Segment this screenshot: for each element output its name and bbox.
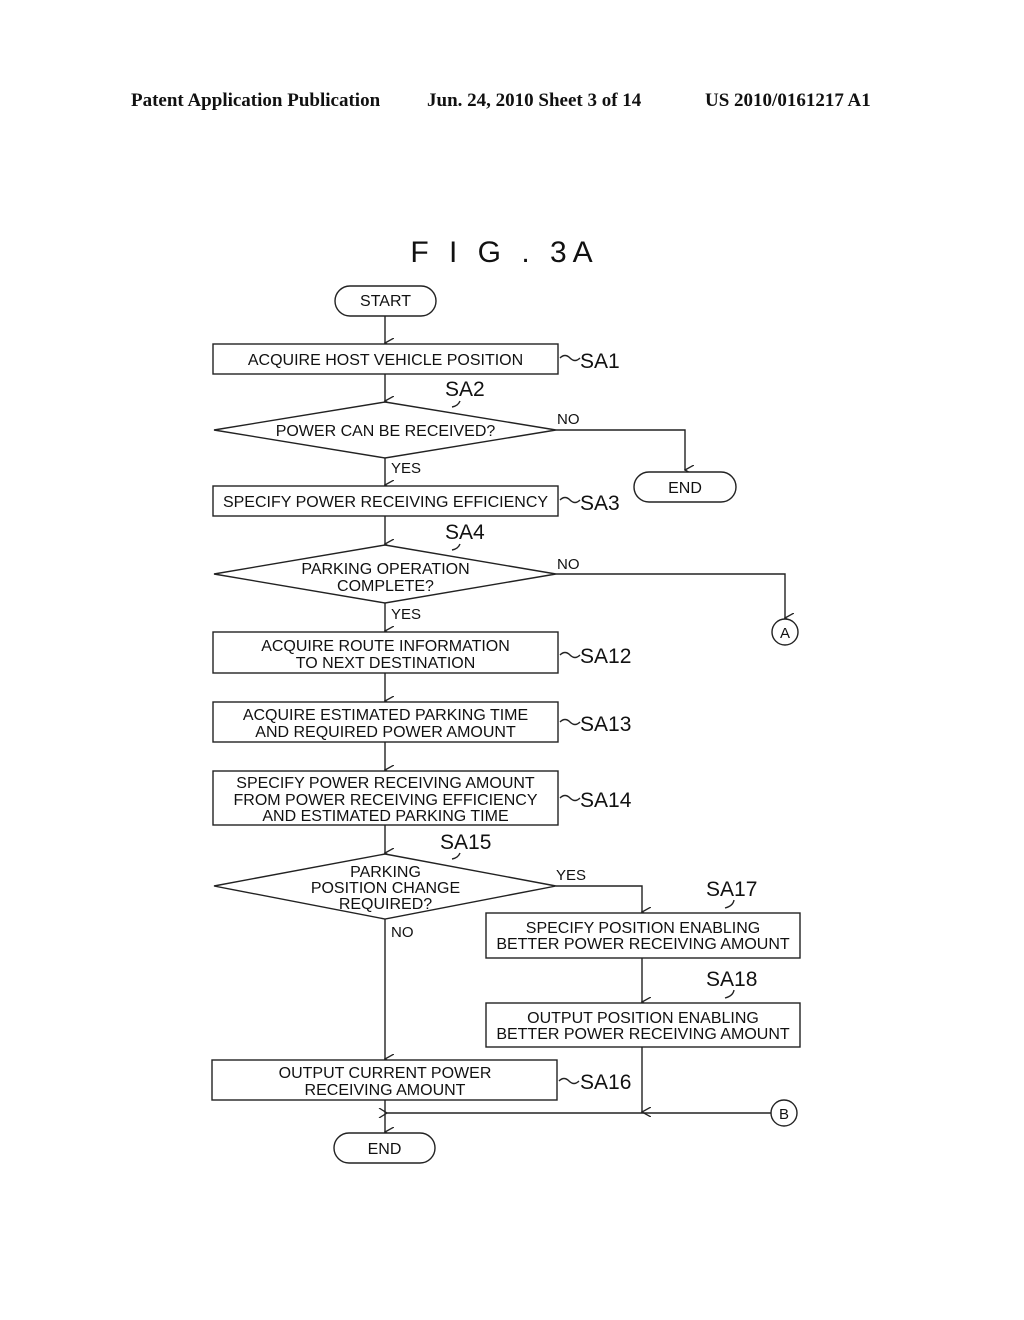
arrow-sa2-no bbox=[556, 429, 685, 470]
arrow-sa4-no bbox=[556, 573, 785, 618]
sa12-text-line1: ACQUIRE ROUTE INFORMATION bbox=[261, 638, 510, 655]
sa15-yes-label: YES bbox=[556, 867, 586, 884]
start-terminal: START bbox=[334, 285, 437, 317]
sa14-id: SA14 bbox=[580, 789, 632, 812]
sa14-leader bbox=[559, 794, 581, 802]
sa15-text-line2: POSITION CHANGE bbox=[311, 880, 460, 897]
sa17-text-line1: SPECIFY POSITION ENABLING bbox=[526, 920, 760, 937]
step-sa14: SPECIFY POWER RECEIVING AMOUNT FROM POWE… bbox=[212, 770, 559, 826]
sa4-leader bbox=[451, 543, 461, 551]
start-label: START bbox=[360, 293, 411, 310]
sa3-id: SA3 bbox=[580, 492, 620, 515]
sa4-yes-label: YES bbox=[391, 606, 421, 623]
sa12-text-line2: TO NEXT DESTINATION bbox=[296, 655, 476, 672]
end-label: END bbox=[368, 1141, 402, 1158]
sa14-text-line3: AND ESTIMATED PARKING TIME bbox=[262, 808, 508, 825]
sa14-text-line1: SPECIFY POWER RECEIVING AMOUNT bbox=[236, 775, 535, 792]
sa12-id: SA12 bbox=[580, 645, 631, 668]
sa4-text-line2: COMPLETE? bbox=[337, 578, 434, 595]
sa13-leader bbox=[559, 718, 581, 726]
sa1-text: ACQUIRE HOST VEHICLE POSITION bbox=[248, 352, 523, 369]
sa4-text-line1: PARKING OPERATION bbox=[301, 561, 469, 578]
connector-a-label: A bbox=[780, 625, 790, 642]
end-sa2-label: END bbox=[668, 480, 702, 497]
sa3-leader bbox=[559, 496, 581, 504]
sa2-leader bbox=[451, 400, 461, 408]
sa1-leader bbox=[559, 354, 581, 362]
sa15-text-line1: PARKING bbox=[350, 864, 421, 881]
step-sa18: OUTPUT POSITION ENABLING BETTER POWER RE… bbox=[485, 1002, 801, 1048]
sa16-text-line2: RECEIVING AMOUNT bbox=[305, 1082, 466, 1099]
sa17-text-line2: BETTER POWER RECEIVING AMOUNT bbox=[496, 936, 790, 953]
sa2-id: SA2 bbox=[445, 378, 485, 401]
arrow-sa15-yes bbox=[556, 885, 642, 912]
sa4-id: SA4 bbox=[445, 521, 485, 544]
sa2-text: POWER CAN BE RECEIVED? bbox=[276, 423, 496, 440]
sa17-id: SA17 bbox=[706, 878, 757, 901]
step-sa16: OUTPUT CURRENT POWER RECEIVING AMOUNT bbox=[211, 1059, 558, 1101]
sa15-no-label: NO bbox=[391, 924, 414, 941]
sa15-id: SA15 bbox=[440, 831, 491, 854]
sa15-text-line3: REQUIRED? bbox=[339, 896, 432, 913]
step-sa13: ACQUIRE ESTIMATED PARKING TIME AND REQUI… bbox=[212, 701, 559, 743]
decision-sa4: PARKING OPERATION COMPLETE? bbox=[213, 544, 557, 604]
sa2-yes-label: YES bbox=[391, 460, 421, 477]
sa3-text: SPECIFY POWER RECEIVING EFFICIENCY bbox=[223, 494, 548, 511]
sa16-text-line1: OUTPUT CURRENT POWER bbox=[279, 1065, 492, 1082]
sa13-id: SA13 bbox=[580, 713, 631, 736]
end-terminal: END bbox=[333, 1132, 436, 1164]
step-sa1: ACQUIRE HOST VEHICLE POSITION bbox=[212, 343, 559, 375]
sa4-no-label: NO bbox=[557, 556, 580, 573]
sa13-text-line2: AND REQUIRED POWER AMOUNT bbox=[255, 724, 516, 741]
connector-b: B bbox=[770, 1099, 798, 1127]
sa18-text-line2: BETTER POWER RECEIVING AMOUNT bbox=[496, 1026, 790, 1043]
sa14-text-line2: FROM POWER RECEIVING EFFICIENCY bbox=[233, 792, 537, 809]
step-sa12: ACQUIRE ROUTE INFORMATION TO NEXT DESTIN… bbox=[212, 631, 559, 674]
sa12-leader bbox=[559, 651, 581, 659]
decision-sa2: POWER CAN BE RECEIVED? bbox=[213, 401, 557, 459]
sa1-id: SA1 bbox=[580, 350, 620, 373]
flowchart: START ACQUIRE HOST VEHICLE POSITION SA1 … bbox=[211, 285, 801, 1164]
sa2-no-label: NO bbox=[557, 411, 580, 428]
sa18-text-line1: OUTPUT POSITION ENABLING bbox=[527, 1010, 759, 1027]
sa18-leader bbox=[724, 989, 735, 999]
sa17-leader bbox=[724, 899, 735, 909]
step-sa3: SPECIFY POWER RECEIVING EFFICIENCY bbox=[212, 485, 559, 517]
connector-b-label: B bbox=[779, 1106, 789, 1123]
connector-a: A bbox=[771, 618, 799, 646]
step-sa17: SPECIFY POSITION ENABLING BETTER POWER R… bbox=[485, 912, 801, 959]
sa16-id: SA16 bbox=[580, 1071, 631, 1094]
sa18-id: SA18 bbox=[706, 968, 757, 991]
sa13-text-line1: ACQUIRE ESTIMATED PARKING TIME bbox=[243, 707, 528, 724]
decision-sa15: PARKING POSITION CHANGE REQUIRED? bbox=[213, 853, 557, 920]
sa16-leader bbox=[558, 1077, 580, 1085]
end-terminal-sa2: END bbox=[633, 471, 737, 503]
